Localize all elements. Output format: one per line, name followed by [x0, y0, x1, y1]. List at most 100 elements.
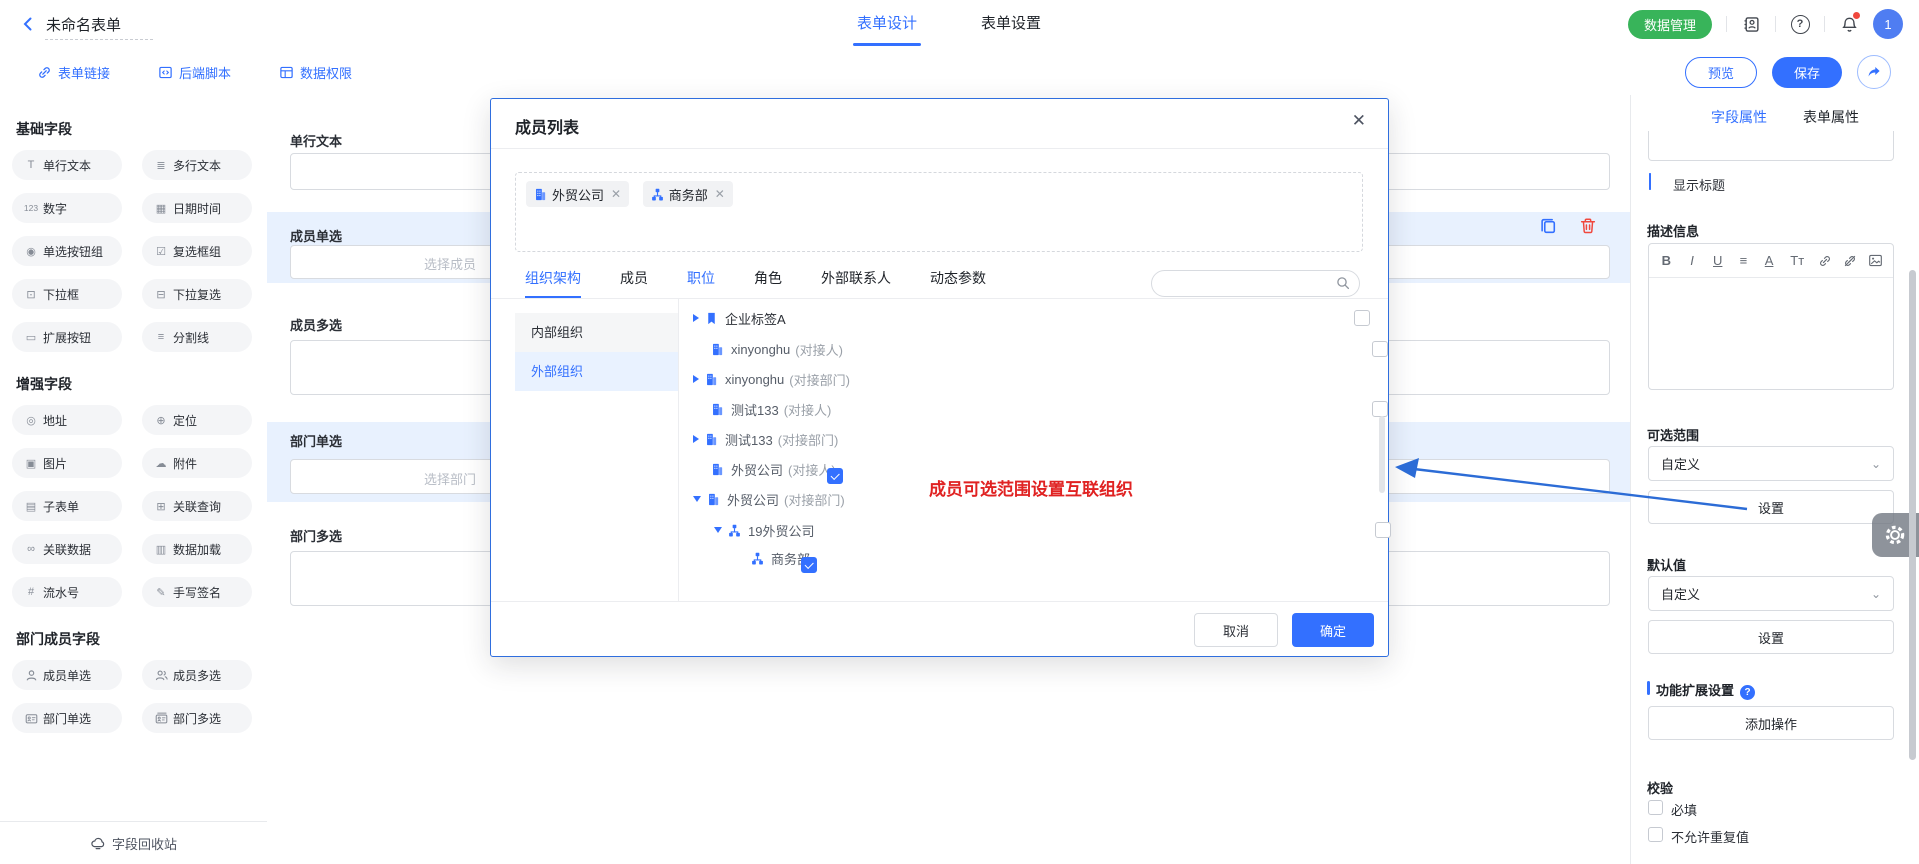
- tree-scrollbar[interactable]: [1379, 416, 1385, 493]
- close-icon[interactable]: ✕: [1352, 111, 1366, 131]
- field-type-extend-button[interactable]: ▭扩展按钮: [12, 322, 122, 352]
- side-item-external-org[interactable]: 外部组织: [515, 352, 678, 391]
- tree-checkbox-checked[interactable]: [801, 557, 817, 573]
- help-circle-icon[interactable]: ?: [1740, 685, 1755, 700]
- tab-field-properties[interactable]: 字段属性: [1711, 107, 1767, 127]
- show-title-checkbox[interactable]: [1649, 173, 1651, 190]
- field-type-attachment[interactable]: ☁附件: [142, 448, 252, 478]
- field-type-dept-single[interactable]: 部门单选: [12, 703, 122, 733]
- remove-tag-icon[interactable]: ✕: [611, 187, 621, 201]
- user-avatar[interactable]: 1: [1873, 9, 1903, 39]
- caret-expanded-icon[interactable]: [693, 496, 701, 502]
- selected-tags-box[interactable]: 外贸公司✕ 商务部✕: [515, 172, 1363, 252]
- selected-tag-shangwubu[interactable]: 商务部✕: [643, 181, 733, 207]
- form-title[interactable]: 未命名表单: [46, 14, 121, 35]
- field-type-member-single[interactable]: 成员单选: [12, 660, 122, 690]
- back-icon[interactable]: [20, 16, 36, 32]
- font-size-icon[interactable]: Tт: [1787, 253, 1807, 268]
- tree-row[interactable]: 企业标签A: [678, 303, 1379, 333]
- tree-checkbox[interactable]: [1375, 522, 1391, 538]
- field-type-single-line-text[interactable]: T单行文本: [12, 150, 122, 180]
- no-duplicate-checkbox[interactable]: [1648, 827, 1663, 842]
- remove-tag-icon[interactable]: ✕: [715, 187, 725, 201]
- data-permission-button[interactable]: 数据权限: [279, 63, 352, 82]
- selectable-range-select[interactable]: 自定义 ⌄: [1648, 446, 1894, 481]
- field-type-number[interactable]: 123数字: [12, 193, 122, 223]
- tree-row[interactable]: xinyonghu(对接部门): [678, 364, 1379, 394]
- underline-icon[interactable]: U: [1710, 253, 1725, 268]
- description-editor-body[interactable]: [1649, 278, 1893, 391]
- tree-row[interactable]: 测试133(对接部门): [678, 424, 1379, 454]
- panel-scrollbar[interactable]: [1909, 270, 1916, 760]
- tab-dynamic-params[interactable]: 动态参数: [930, 259, 986, 298]
- caret-expanded-icon[interactable]: [714, 527, 722, 533]
- tree-checkbox[interactable]: [1354, 310, 1370, 326]
- field-type-linked-query[interactable]: ⊞关联查询: [142, 491, 252, 521]
- tree-row[interactable]: 测试133(对接人): [678, 394, 1397, 424]
- field-type-linked-data[interactable]: ∞关联数据: [12, 534, 122, 564]
- insert-link-icon[interactable]: [1818, 254, 1832, 268]
- tree-checkbox-checked[interactable]: [827, 468, 843, 484]
- form-link-button[interactable]: 表单链接: [37, 63, 110, 82]
- range-set-button[interactable]: 设置: [1648, 490, 1894, 524]
- default-value-select[interactable]: 自定义 ⌄: [1648, 576, 1894, 611]
- tab-roles[interactable]: 角色: [754, 259, 782, 298]
- tree-row[interactable]: xinyonghu(对接人): [678, 334, 1397, 364]
- field-recycle-bin[interactable]: 字段回收站: [0, 821, 267, 864]
- tab-form-properties[interactable]: 表单属性: [1803, 107, 1859, 127]
- default-set-button[interactable]: 设置: [1648, 620, 1894, 654]
- caret-collapsed-icon[interactable]: [693, 375, 699, 383]
- bold-icon[interactable]: B: [1659, 253, 1674, 268]
- tab-org-structure[interactable]: 组织架构: [525, 259, 581, 298]
- field-type-divider[interactable]: ≡分割线: [142, 322, 252, 352]
- tree-row[interactable]: 19外贸公司: [678, 515, 1400, 545]
- field-type-subform[interactable]: ▤子表单: [12, 491, 122, 521]
- selected-tag-waimao[interactable]: 外贸公司✕: [526, 181, 629, 207]
- tree-checkbox[interactable]: [1372, 341, 1388, 357]
- description-editor[interactable]: B I U ≡ A Tт: [1648, 243, 1894, 390]
- save-button[interactable]: 保存: [1772, 57, 1842, 88]
- tab-form-design[interactable]: 表单设计: [857, 0, 917, 48]
- tab-external-contacts[interactable]: 外部联系人: [821, 259, 891, 298]
- copy-field-icon[interactable]: [1540, 217, 1558, 235]
- notification-bell-icon[interactable]: [1839, 14, 1859, 34]
- help-icon[interactable]: ?: [1790, 14, 1810, 34]
- field-type-datetime[interactable]: ▦日期时间: [142, 193, 252, 223]
- field-type-address[interactable]: ◎地址: [12, 405, 122, 435]
- caret-collapsed-icon[interactable]: [693, 314, 699, 322]
- tab-members[interactable]: 成员: [620, 259, 648, 298]
- side-item-internal-org[interactable]: 内部组织: [515, 313, 678, 352]
- search-input[interactable]: [1151, 270, 1360, 297]
- field-type-select[interactable]: ⊡下拉框: [12, 279, 122, 309]
- field-type-signature[interactable]: ✎手写签名: [142, 577, 252, 607]
- title-input-partial[interactable]: [1648, 131, 1894, 161]
- remove-link-icon[interactable]: [1843, 254, 1857, 268]
- insert-image-icon[interactable]: [1868, 253, 1883, 268]
- add-action-button[interactable]: 添加操作: [1648, 706, 1894, 740]
- field-type-multi-line-text[interactable]: ≣多行文本: [142, 150, 252, 180]
- font-color-icon[interactable]: A: [1762, 253, 1777, 268]
- caret-collapsed-icon[interactable]: [693, 435, 699, 443]
- delete-field-icon[interactable]: [1579, 217, 1597, 235]
- field-type-serial-number[interactable]: #流水号: [12, 577, 122, 607]
- tree-checkbox[interactable]: [1372, 401, 1388, 417]
- contacts-icon[interactable]: [1741, 14, 1761, 34]
- confirm-button[interactable]: 确定: [1292, 613, 1374, 647]
- tab-positions[interactable]: 职位: [687, 259, 715, 298]
- data-manage-button[interactable]: 数据管理: [1628, 10, 1712, 39]
- backend-script-button[interactable]: 后端脚本: [158, 63, 231, 82]
- preview-button[interactable]: 预览: [1685, 57, 1757, 88]
- cancel-button[interactable]: 取消: [1194, 613, 1278, 647]
- field-type-multi-select[interactable]: ⊟下拉复选: [142, 279, 252, 309]
- field-type-checkbox-group[interactable]: ☑复选框组: [142, 236, 252, 266]
- field-type-image[interactable]: ▣图片: [12, 448, 122, 478]
- tree-row[interactable]: 商务部: [678, 543, 1437, 573]
- tab-form-settings[interactable]: 表单设置: [981, 0, 1041, 48]
- field-type-location[interactable]: ⊕定位: [142, 405, 252, 435]
- field-type-radio-group[interactable]: ◉单选按钮组: [12, 236, 122, 266]
- italic-icon[interactable]: I: [1685, 253, 1700, 268]
- field-type-member-multi[interactable]: 成员多选: [142, 660, 252, 690]
- align-icon[interactable]: ≡: [1736, 253, 1751, 268]
- field-type-dept-multi[interactable]: 部门多选: [142, 703, 252, 733]
- field-type-data-load[interactable]: ▥数据加载: [142, 534, 252, 564]
